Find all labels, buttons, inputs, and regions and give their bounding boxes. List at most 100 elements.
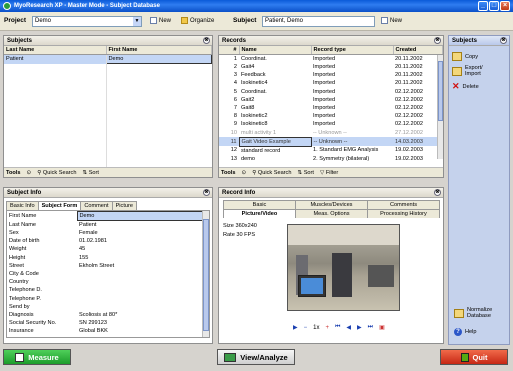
form-row[interactable]: First Name Demo	[7, 211, 209, 221]
tab-picture-video[interactable]: Picture/Video	[223, 209, 296, 218]
normalize-database-button[interactable]: Normalize Database	[451, 305, 500, 321]
subject-field[interactable]: Patient, Demo	[262, 16, 375, 27]
copy-button[interactable]: Copy	[449, 50, 509, 63]
prev-frame-icon[interactable]: ◀	[346, 324, 351, 331]
form-field-value[interactable]	[77, 303, 209, 311]
table-row[interactable]: 11 Gait Video Example -- Unknown -- 14.03.2…	[219, 136, 443, 147]
col-record-type[interactable]: Record type	[311, 46, 394, 55]
tab-picture[interactable]: Picture	[111, 201, 137, 210]
sort-button[interactable]: ⇅ Sort	[297, 170, 314, 176]
tab-muscles-devices[interactable]: Muscles/Devices	[295, 200, 368, 209]
filter-button[interactable]: ▽ Filter	[320, 170, 338, 176]
export-import-button[interactable]: Export/ Import	[449, 63, 509, 79]
quick-search-button[interactable]: ⚲ Quick Search	[37, 170, 76, 176]
form-field-value[interactable]: Female	[77, 229, 209, 237]
form-field-value[interactable]	[77, 270, 209, 278]
chevron-down-icon[interactable]: ▼	[133, 17, 141, 26]
sort-button[interactable]: ⇅ Sort	[82, 170, 99, 176]
form-field-value[interactable]: Scoliosis at 80*	[77, 311, 209, 319]
collapse-icon[interactable]: ⊗	[203, 37, 210, 44]
form-field-value[interactable]: Demo	[76, 211, 209, 221]
new-subject-button[interactable]: New	[381, 17, 402, 24]
slower-icon[interactable]: −	[304, 325, 308, 331]
col-first-name[interactable]: First Name	[106, 46, 212, 55]
scrollbar-thumb[interactable]	[438, 61, 443, 121]
organize-button[interactable]: Organize	[181, 17, 214, 24]
form-row[interactable]: Last Name Patient	[7, 221, 209, 230]
table-row[interactable]: 8 Isokinetic2 Imported 02.12.2002	[219, 112, 443, 120]
collapse-icon[interactable]: ⊗	[500, 37, 507, 44]
form-field-value[interactable]	[77, 278, 209, 286]
tab-basic-info[interactable]: Basic Info	[6, 201, 39, 210]
form-field-value[interactable]: Patient	[77, 221, 209, 230]
close-button[interactable]: ×	[500, 1, 510, 11]
form-row[interactable]: Country	[7, 278, 209, 286]
tab-meas-options[interactable]: Meas. Options	[295, 209, 368, 218]
view-analyze-button[interactable]: View/Analyze	[217, 349, 295, 365]
maximize-button[interactable]: □	[489, 1, 499, 11]
col-last-name[interactable]: Last Name	[4, 46, 107, 55]
table-row[interactable]: 13 demo 2. Symmetry (bilateral) 19.02.2003	[219, 155, 443, 163]
collapse-icon[interactable]: ⊗	[434, 37, 441, 44]
tab-processing-history[interactable]: Processing History	[367, 209, 440, 218]
new-project-button[interactable]: New	[150, 17, 171, 24]
quit-button[interactable]: Quit	[440, 349, 508, 365]
next-frame-icon[interactable]: ▶	[357, 324, 362, 331]
table-row[interactable]: 2 Gait4 Imported 20.11.2002	[219, 63, 443, 71]
form-field-value[interactable]: 01.02.1981	[77, 237, 209, 245]
quick-search-button[interactable]: ⚲ Quick Search	[252, 170, 291, 176]
form-row[interactable]: Sex Female	[7, 229, 209, 237]
tab-comments[interactable]: Comments	[367, 200, 440, 209]
faster-icon[interactable]: +	[325, 325, 329, 331]
table-row[interactable]: 7 Gait8 Imported 02.12.2002	[219, 104, 443, 112]
form-row[interactable]: Insurance Global BKK	[7, 327, 209, 335]
table-row[interactable]: 9 Isokinetic8 Imported 02.12.2002	[219, 120, 443, 128]
form-row[interactable]: Date of birth 01.02.1981	[7, 237, 209, 245]
tab-comment[interactable]: Comment	[80, 201, 113, 210]
export-frame-icon[interactable]: ▣	[379, 324, 385, 331]
table-row[interactable]: 5 Coordinat. Imported 02.12.2002	[219, 88, 443, 96]
form-row[interactable]: Height 155	[7, 254, 209, 262]
scrollbar-thumb[interactable]	[203, 219, 209, 331]
delete-button[interactable]: ✕ Delete	[449, 79, 509, 94]
table-row[interactable]: 10 multi activity 1 -- Unknown -- 27.12.200…	[219, 129, 443, 138]
form-scrollbar[interactable]	[202, 211, 209, 337]
form-row[interactable]: Weight 45	[7, 245, 209, 253]
col-created[interactable]: Created	[393, 46, 443, 55]
last-frame-icon[interactable]: ⏭	[368, 324, 373, 331]
project-select[interactable]: Demo ▼	[32, 16, 142, 27]
help-button[interactable]: ? Help	[451, 326, 480, 338]
form-row[interactable]: Send by	[7, 303, 209, 311]
table-row[interactable]: 1 Coordinat. Imported 20.11.2002	[219, 55, 443, 64]
table-row[interactable]: 6 Gait2 Imported 02.12.2002	[219, 96, 443, 104]
form-field-value[interactable]: Global BKK	[77, 327, 209, 335]
video-frame[interactable]	[287, 224, 400, 311]
table-row[interactable]: 3 Feedback Imported 20.11.2002	[219, 71, 443, 79]
play-icon[interactable]: ▶	[293, 324, 298, 331]
form-row[interactable]: City & Code	[7, 270, 209, 278]
col-number[interactable]: #	[219, 46, 240, 55]
form-field-value[interactable]: 155	[77, 254, 209, 262]
chevron-down-icon[interactable]: ⊙	[27, 170, 32, 176]
collapse-icon[interactable]: ⊗	[203, 189, 210, 196]
first-frame-icon[interactable]: ⏮	[335, 324, 340, 331]
measure-button[interactable]: Measure	[3, 349, 71, 365]
form-row[interactable]: Telephone D.	[7, 286, 209, 294]
form-row[interactable]: Street Ekholm Street	[7, 262, 209, 270]
tab-subject-form[interactable]: Subject Form	[37, 201, 82, 210]
table-row[interactable]: 4 Isokinetic4 Imported 20.11.2002	[219, 79, 443, 87]
form-field-value[interactable]: Ekholm Street	[77, 262, 209, 270]
form-row[interactable]: Social Security No. SN 299123	[7, 319, 209, 327]
table-row[interactable]: 12 standard record 1. Standard EMG Analysi…	[219, 146, 443, 155]
form-field-value[interactable]: SN 299123	[77, 319, 209, 327]
chevron-down-icon[interactable]: ⊙	[242, 170, 247, 176]
form-row[interactable]: Diagnosis Scoliosis at 80*	[7, 311, 209, 319]
collapse-icon[interactable]: ⊗	[434, 189, 441, 196]
form-field-value[interactable]: 45	[77, 245, 209, 253]
form-field-value[interactable]	[77, 295, 209, 303]
form-field-value[interactable]	[77, 286, 209, 294]
tools-button[interactable]: Tools	[6, 170, 21, 176]
form-row[interactable]: Telephone P.	[7, 295, 209, 303]
tools-button[interactable]: Tools	[221, 170, 236, 176]
records-scrollbar[interactable]	[437, 55, 443, 159]
